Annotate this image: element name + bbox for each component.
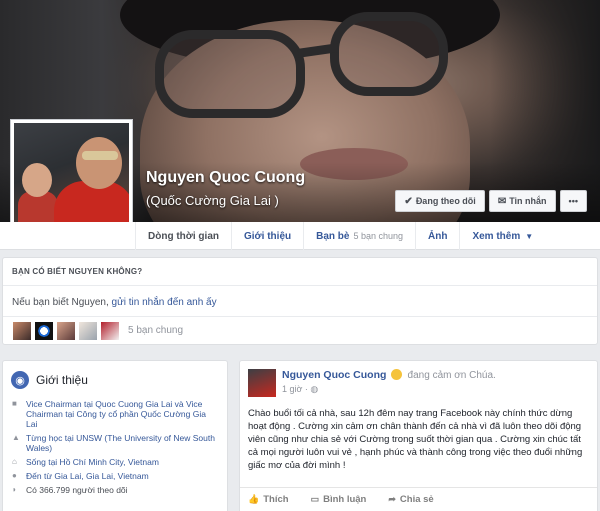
post-author-avatar[interactable]: [248, 369, 276, 397]
intro-item: ▲ Từng học tại UNSW (The University of Ne…: [3, 431, 227, 455]
post-actions: 👍 Thích ▭ Bình luận ➦ Chia sẻ: [240, 487, 597, 511]
profile-picture-image: [14, 123, 129, 233]
mutual-friend-avatar[interactable]: [78, 320, 98, 341]
post-author-name[interactable]: Nguyen Quoc Cuong: [282, 369, 386, 381]
do-you-know-prompt: Nếu bạn biết Nguyen,: [12, 297, 112, 308]
more-options-button[interactable]: •••: [559, 190, 587, 212]
avatar-sunglasses: [82, 151, 118, 160]
post-timestamp[interactable]: 1 giờ · ◍: [282, 384, 496, 395]
tab-more[interactable]: Xem thêm ▼: [459, 222, 545, 250]
profile-name[interactable]: Nguyen Quoc Cuong: [146, 169, 305, 187]
intro-item-text: Có 366.799 người theo dõi: [26, 485, 128, 495]
mutual-friend-avatar[interactable]: [56, 320, 76, 341]
home-icon: ⌂: [12, 457, 17, 466]
mutual-friends-row[interactable]: 5 bạn chung: [3, 316, 597, 344]
like-button[interactable]: 👍 Thích: [248, 494, 289, 505]
cover-actions: ✔ Đang theo dõi ✉ Tin nhắn •••: [395, 190, 587, 212]
tab-timeline[interactable]: Dòng thời gian: [135, 222, 231, 250]
share-button[interactable]: ➦ Chia sẻ: [388, 494, 433, 505]
intro-card: ◉ Giới thiệu ■ Vice Chairman tại Quoc Cuo…: [2, 360, 228, 511]
intro-item-text[interactable]: Từng học tại UNSW (The University of New…: [26, 433, 219, 453]
profile-alternate-name: (Quốc Cường Gia Lai ): [146, 193, 279, 208]
tab-friends[interactable]: Bạn bè 5 bạn chung: [303, 222, 415, 250]
intro-item: ■ Vice Chairman tại Quoc Cuong Gia Lai và…: [3, 397, 227, 431]
comment-label: Bình luận: [323, 494, 367, 505]
do-you-know-card: BẠN CÓ BIẾT NGUYEN KHÔNG? Nếu bạn biết N…: [2, 257, 598, 345]
following-button[interactable]: ✔ Đang theo dõi: [395, 190, 485, 212]
post-time-text: 1 giờ ·: [282, 384, 311, 394]
checkmark-icon: ✔: [404, 195, 413, 207]
post-meta: Nguyen Quoc Cuong đang cảm ơn Chúa. 1 gi…: [282, 369, 496, 397]
share-icon: ➦: [388, 494, 396, 504]
tab-label: Xem thêm: [472, 230, 521, 242]
intro-item: ◗ Có 366.799 người theo dõi: [3, 483, 227, 497]
timeline-post: Nguyen Quoc Cuong đang cảm ơn Chúa. 1 gi…: [239, 360, 598, 511]
send-message-link[interactable]: gửi tin nhắn đến anh ấy: [112, 297, 217, 308]
mutual-friend-avatar[interactable]: [100, 320, 120, 341]
do-you-know-text: Nếu bạn biết Nguyen, gửi tin nhắn đến an…: [3, 286, 597, 316]
mutual-friend-avatar[interactable]: [34, 320, 54, 341]
intro-item-text[interactable]: Sống tại Hồ Chí Minh City, Vietnam: [26, 457, 159, 467]
message-icon: ✉: [497, 195, 507, 207]
intro-item: ● Đến từ Gia Lai, Gia Lai, Vietnam: [3, 469, 227, 483]
avatar-child-head: [22, 163, 52, 197]
feeling-emoji-icon: [391, 369, 403, 380]
post-title-line: Nguyen Quoc Cuong đang cảm ơn Chúa.: [282, 369, 496, 381]
mutual-friends-count: 5 bạn chung: [353, 231, 403, 241]
glasses-right-lens: [330, 12, 448, 96]
public-globe-icon: ◍: [310, 384, 319, 394]
tab-label: Bạn bè: [316, 230, 350, 242]
comment-button[interactable]: ▭ Bình luận: [311, 494, 367, 505]
globe-icon: ◉: [11, 371, 29, 389]
mutual-friend-avatar[interactable]: [12, 320, 32, 341]
tab-label: Dòng thời gian: [148, 230, 219, 242]
pin-icon: ●: [12, 471, 17, 480]
intro-item-text[interactable]: Vice Chairman tại Quoc Cuong Gia Lai và …: [26, 399, 219, 429]
profile-tab-bar: Dòng thời gian Giới thiệu Bạn bè 5 bạn ch…: [0, 222, 600, 250]
do-you-know-heading: BẠN CÓ BIẾT NGUYEN KHÔNG?: [3, 258, 597, 286]
intro-title: Giới thiệu: [36, 373, 88, 387]
mutual-friends-count[interactable]: 5 bạn chung: [128, 325, 183, 336]
graduation-icon: ▲: [12, 433, 20, 442]
post-feeling: đang cảm ơn Chúa.: [407, 370, 496, 381]
comment-icon: ▭: [310, 494, 320, 504]
thumbs-up-icon: 👍: [248, 494, 260, 504]
profile-picture[interactable]: [10, 119, 133, 237]
following-label: Đang theo dõi: [415, 196, 476, 206]
rss-icon: ◗: [12, 485, 17, 494]
caret-down-icon: ▼: [525, 231, 534, 241]
avatar-head: [76, 137, 122, 189]
post-body: Chào buổi tối cả nhà, sau 12h đêm nay tr…: [248, 408, 583, 471]
more-dots-icon: •••: [568, 196, 578, 206]
tab-about[interactable]: Giới thiệu: [231, 222, 303, 250]
profile-tabs: Dòng thời gian Giới thiệu Bạn bè 5 bạn ch…: [135, 222, 545, 250]
intro-item: ⌂ Sống tại Hồ Chí Minh City, Vietnam: [3, 455, 227, 469]
intro-header: ◉ Giới thiệu: [3, 361, 227, 397]
briefcase-icon: ■: [12, 399, 17, 408]
share-label: Chia sẻ: [399, 494, 434, 505]
message-label: Tin nhắn: [509, 196, 547, 206]
message-button[interactable]: ✉ Tin nhắn: [488, 190, 556, 212]
post-header: Nguyen Quoc Cuong đang cảm ơn Chúa. 1 gi…: [240, 361, 597, 397]
tab-label: Giới thiệu: [244, 230, 292, 242]
tab-label: Ảnh: [428, 230, 448, 242]
intro-item-text[interactable]: Đến từ Gia Lai, Gia Lai, Vietnam: [26, 471, 149, 481]
glasses-left-lens: [155, 30, 305, 118]
like-label: Thích: [263, 494, 289, 505]
tab-photos[interactable]: Ảnh: [415, 222, 459, 250]
